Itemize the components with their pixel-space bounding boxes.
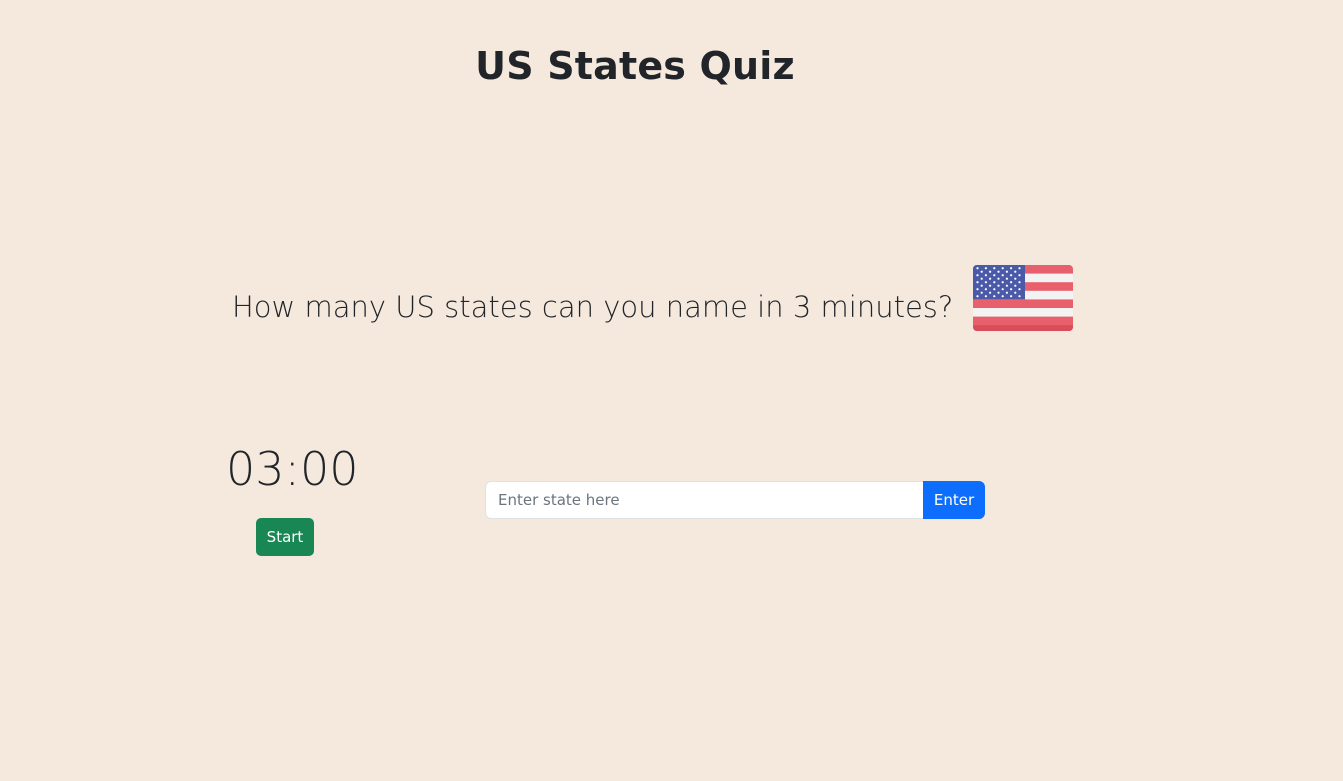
state-input[interactable] [485,481,923,519]
state-entry-group: Enter [485,481,985,519]
start-button[interactable]: Start [256,518,314,556]
page-title: US States Quiz [475,44,795,88]
countdown-timer: 03:00 [226,442,359,496]
enter-button[interactable]: Enter [923,481,985,519]
us-flag-icon [973,265,1074,331]
quiz-question: How many US states can you name in 3 min… [232,290,954,324]
quiz-page: US States Quiz How many US states can yo… [0,0,1343,781]
question-row: How many US states can you name in 3 min… [232,265,1074,331]
